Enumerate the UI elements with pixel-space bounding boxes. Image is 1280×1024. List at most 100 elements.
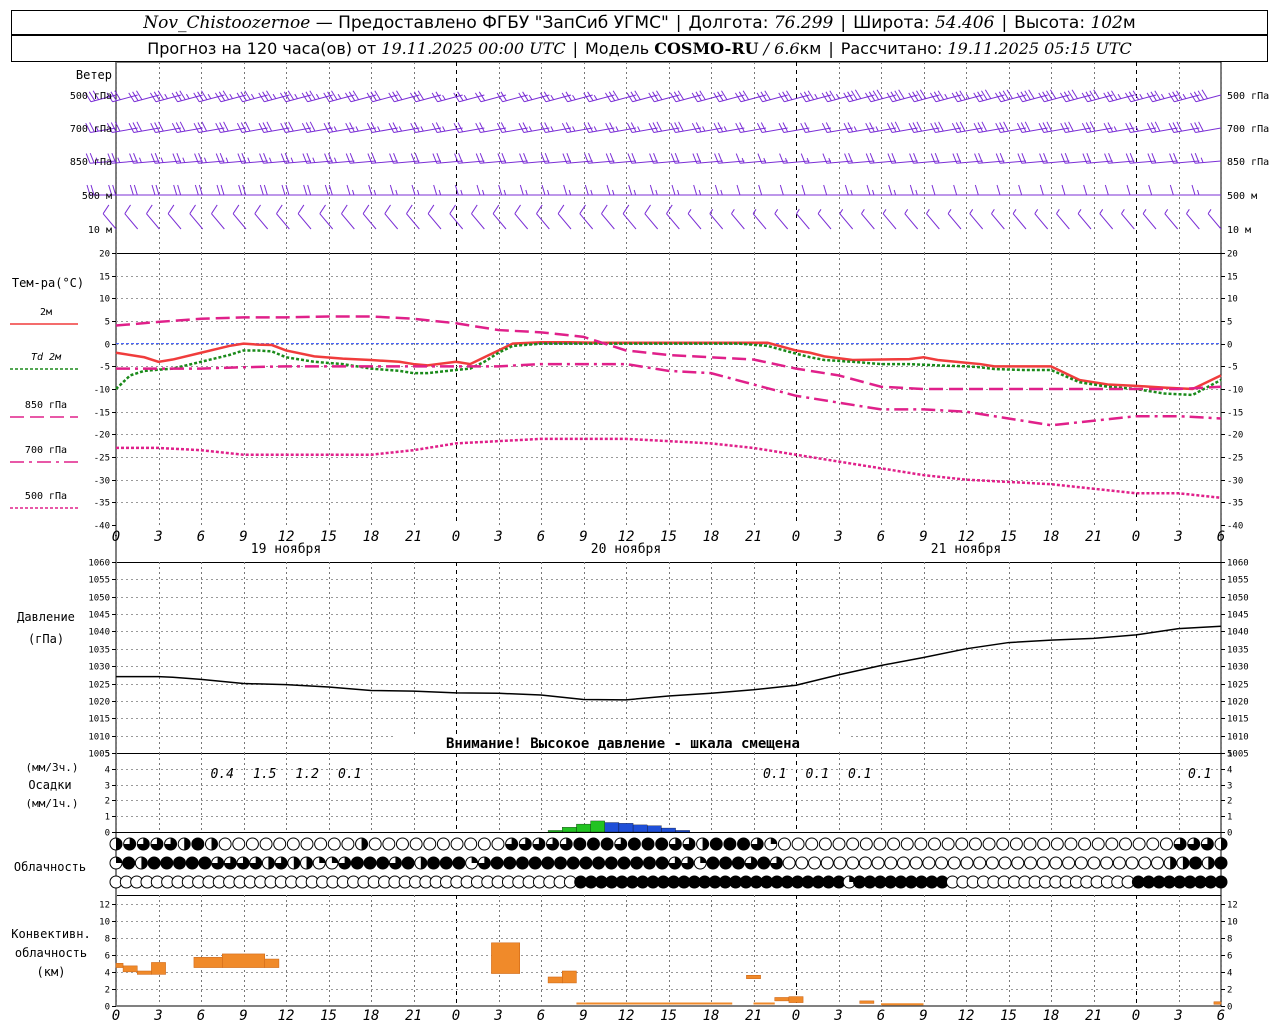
temp-legend-label: Td 2м [31,352,62,363]
temp-x-tick-label: 3 [833,529,842,545]
cloudiness-panel [109,837,1228,889]
cloud-circle-upper [450,837,464,851]
wind-barb [947,209,962,230]
temp-x-tick-label: 15 [320,529,337,545]
temp-x-tick-label: 3 [153,529,162,545]
wind-barb [471,204,485,230]
wind-barb [427,204,442,230]
wind-barb [817,209,832,230]
conv-x-tick-label: 15 [1000,1008,1017,1024]
temp-x-tick-label: 0 [452,529,460,545]
wind-barb [926,209,940,230]
header-line-2: Прогноз на 120 часа(ов) от 19.11.2025 00… [11,35,1268,62]
series-pressure [116,625,1222,701]
precip-tick-label-left: 1 [105,813,110,823]
conv-x-tick-label: 9 [239,1008,247,1024]
cloud-circle-middle [579,856,593,870]
cloud-circle-upper [395,837,409,851]
convective-panel [115,942,1222,1006]
conv-x-tick-label: 21 [405,1008,422,1024]
conv-block [222,953,265,968]
cloud-circle-middle [160,856,174,870]
cloud-circle-upper [1159,837,1173,851]
conv-x-tick-label: 6 [877,1008,885,1024]
pressure-tick-label-right: 1060 [1227,559,1249,569]
cloud-circle-middle [617,856,631,870]
pressure-tick-label-left: 1055 [88,576,110,586]
cloud-circle-middle [185,856,199,870]
conv-tick-label-left: 0 [105,1003,110,1013]
precip-bar-rain [547,830,563,833]
temp-x-tick-label: 21 [1085,529,1102,545]
conv-tick-label-left: 8 [105,935,110,945]
wind-barb [536,204,550,230]
cloud-circle-upper [859,837,873,851]
cloud-circle-middle [808,856,822,870]
precip-bar-mixed [675,830,690,833]
conv-x-tick-label: 3 [493,1008,502,1024]
wind-barb [796,209,810,230]
cloud-circle-upper [464,837,478,851]
precip-bar-rain [590,820,605,833]
pressure-tick-label-right: 1050 [1227,594,1249,604]
cloud-circle-upper [1132,837,1146,851]
wind-level-label-left: 500 м [82,191,112,202]
wind-barb [189,204,204,230]
cloud-circle-upper [436,837,450,851]
cloud-circle-middle [566,856,580,870]
cloud-circle-upper [818,837,832,851]
precip-amount-label: 0.1 [1188,767,1211,782]
cloud-circle-middle [731,856,745,870]
conv-x-tick-label: 18 [363,1008,380,1024]
temp-x-tick-label: 3 [1173,529,1182,545]
wind-barb [687,209,702,230]
conv-tick-label-right: 2 [1227,986,1232,996]
wind-barb [1077,209,1092,230]
cloud-circle-lower [1214,875,1228,889]
conv-tick-label-left: 6 [105,952,110,962]
cloud-circle-upper [805,837,819,851]
cloud-circle-upper [1119,837,1133,851]
pressure-tick-label-left: 1040 [88,628,110,638]
cloud-circle-upper [900,837,914,851]
cloud-circle-upper [232,837,246,851]
cloud-circle-middle [592,856,606,870]
cloud-circle-upper [832,837,846,851]
conv-x-tick-label: 0 [1132,1008,1140,1024]
wind-barb [601,204,615,230]
temp-legend-label: 850 гПа [25,400,67,411]
temp-tick-label-left: -20 [94,431,110,441]
pressure-tick-label-right: 1035 [1227,646,1249,656]
calc-time: 19.11.2025 05:15 UTC [947,39,1132,58]
cloud-circle-middle [1100,856,1114,870]
precip-amount-label: 0.4 [211,767,234,782]
cloud-circle-middle [604,856,618,870]
cloud-circle-middle [795,856,809,870]
cloud-circle-middle [719,856,733,870]
temp-x-tick-label: 18 [703,529,720,545]
pressure-panel: Внимание! Высокое давление - шкала смеще… [116,625,1222,752]
temp-x-tick-label: 6 [1217,529,1225,545]
conv-tick-label-right: 6 [1227,952,1232,962]
conv-block [115,963,124,968]
temp-tick-label-left: -35 [94,499,110,509]
conv-tick-label-left: 2 [105,986,110,996]
cloud-title: Облачность [14,860,86,874]
cloud-circle-middle [998,856,1012,870]
temp-tick-label-right: -25 [1227,454,1243,464]
temp-tick-label-left: 15 [99,273,110,283]
temp-x-tick-label: 0 [1132,529,1140,545]
cloud-fill-upper [211,838,218,850]
longitude-value: 76.299 [773,12,834,33]
cloud-circle-middle [642,856,656,870]
pressure-tick-label-right: 1010 [1227,733,1249,743]
precip-bar-rain [562,827,577,833]
conv-x-tick-label: 6 [537,1008,545,1024]
conv-tick-label-right: 10 [1227,918,1238,928]
wind-barb [622,204,637,230]
temp-tick-label-left: -10 [94,386,110,396]
cloud-fill-upper [361,838,368,850]
cloud-circle-upper [709,837,723,851]
wind-barb [861,209,875,230]
pressure-tick-label-left: 1030 [88,663,110,673]
